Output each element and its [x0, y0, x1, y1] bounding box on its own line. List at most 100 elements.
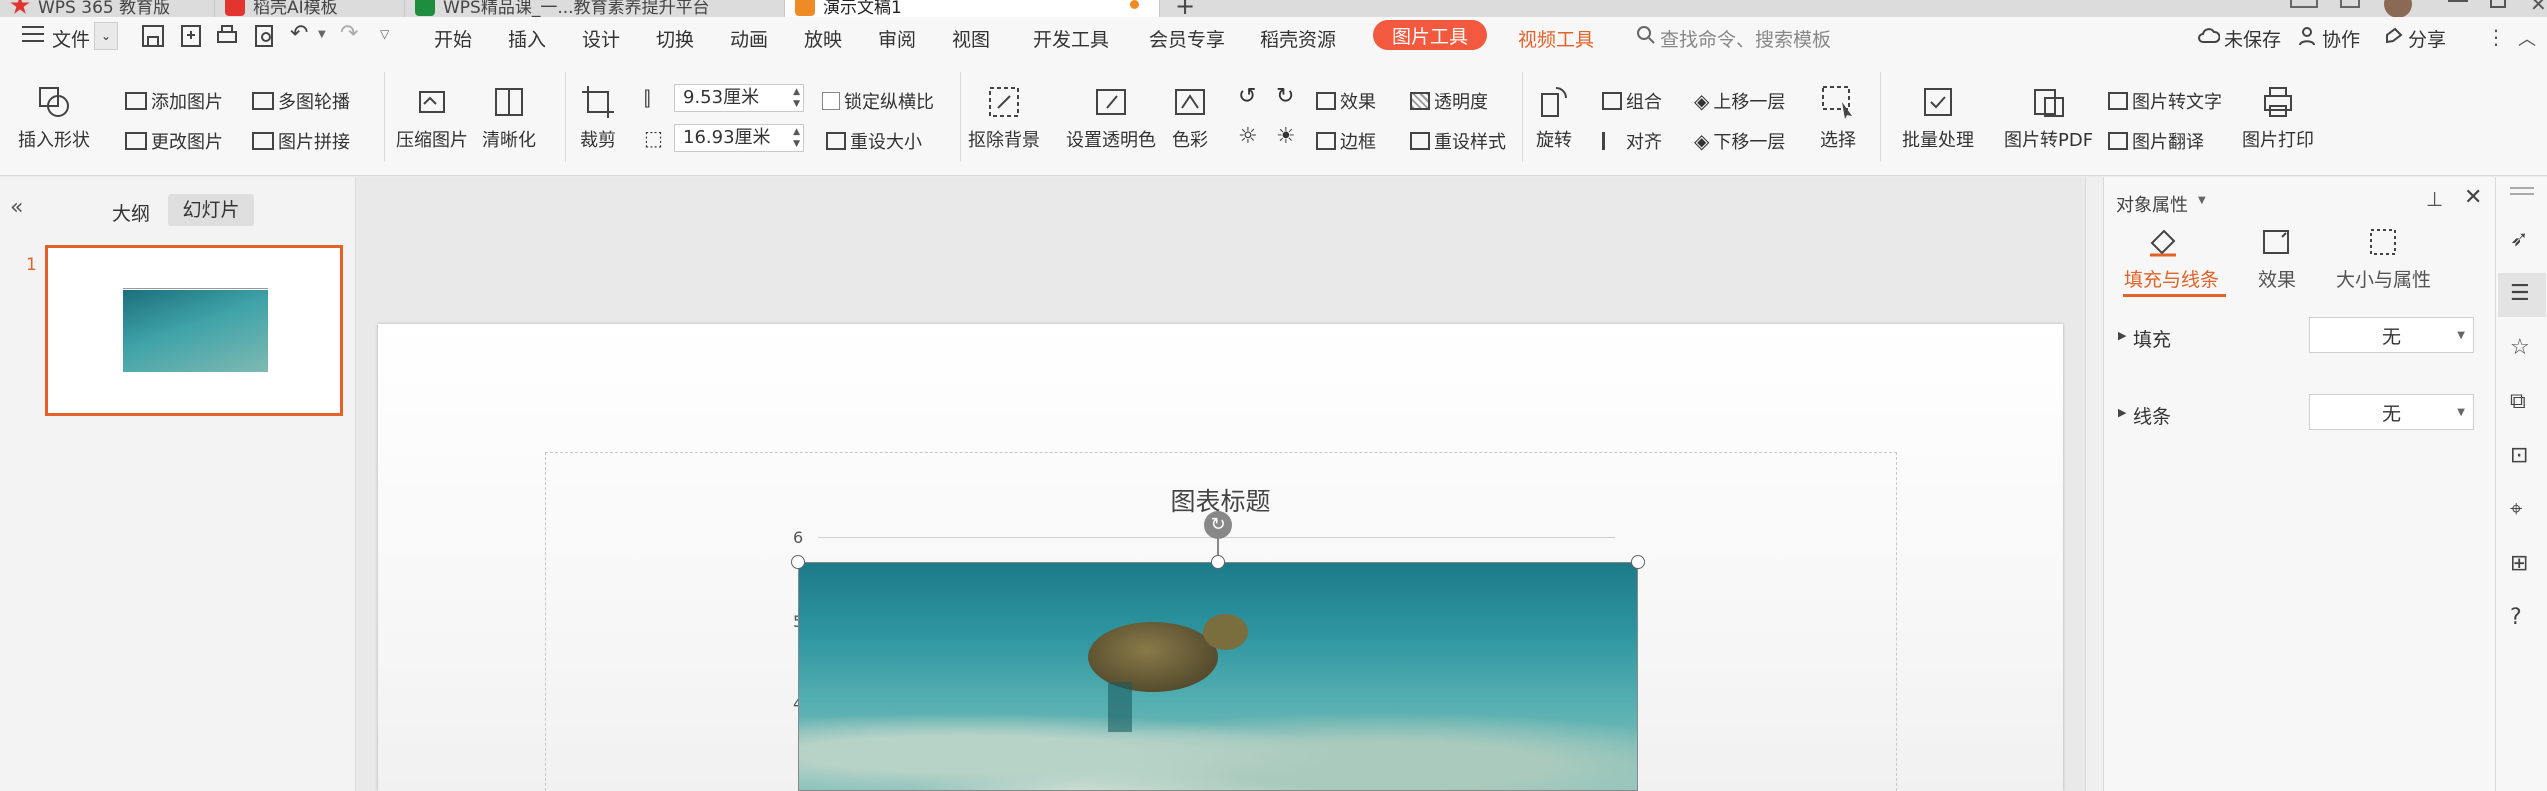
collapse-panel-icon[interactable]: « — [10, 195, 23, 220]
reset-style-button[interactable]: 重设样式 — [1410, 128, 1506, 154]
slide[interactable]: 图表标题 6 5 4 ↻ — [378, 324, 2063, 791]
picture-print-button[interactable]: 图片打印 — [2242, 84, 2314, 152]
book-icon[interactable]: ⊞ — [2510, 551, 2528, 576]
quick-access-dropdown-icon[interactable]: ▽ — [380, 27, 389, 41]
picture-translate-button[interactable]: 图片翻译 — [2108, 128, 2204, 154]
set-transparent-button[interactable]: 设置透明色 — [1066, 84, 1156, 152]
file-dropdown-chevron-icon[interactable]: ⌄ — [94, 22, 118, 50]
resize-handle-top-left[interactable] — [791, 555, 805, 569]
fill-dropdown[interactable]: 无 ▼ — [2309, 317, 2474, 353]
line-dropdown[interactable]: 无 ▼ — [2309, 394, 2474, 430]
grid-icon[interactable] — [2340, 0, 2360, 8]
more-options-icon[interactable]: ⋮ — [2486, 25, 2506, 49]
rocket-icon[interactable]: ➶ — [2510, 227, 2528, 252]
resize-handle-top-right[interactable] — [1631, 555, 1645, 569]
tab-video-tools[interactable]: 视频工具 — [1518, 25, 1594, 52]
menu-member[interactable]: 会员专享 — [1149, 25, 1225, 52]
panel-title[interactable]: 对象属性 — [2116, 191, 2188, 217]
line-label[interactable]: 线条 — [2133, 402, 2171, 429]
window-layout-icon[interactable] — [2290, 0, 2318, 8]
menu-view[interactable]: 视图 — [952, 25, 990, 52]
hamburger-icon[interactable] — [22, 26, 44, 42]
slide-thumbnail-1[interactable] — [45, 245, 343, 416]
maximize-icon[interactable] — [2490, 0, 2506, 8]
line-expand-icon[interactable]: ▶ — [2118, 406, 2126, 419]
help-icon[interactable]: ? — [2510, 605, 2522, 630]
command-search-input[interactable]: 查找命令、搜索模板 — [1660, 25, 1831, 52]
tab-size-and-property[interactable]: 大小与属性 — [2336, 265, 2431, 292]
undo-icon[interactable]: ↶ — [290, 21, 308, 46]
transparency-button[interactable]: 透明度 — [1410, 88, 1488, 114]
panel-title-dropdown-icon[interactable]: ▼ — [2198, 195, 2206, 206]
change-picture-button[interactable]: 更改图片 — [125, 128, 223, 154]
file-menu[interactable]: 文件 — [52, 25, 90, 52]
remove-background-button[interactable]: 抠除背景 — [968, 84, 1040, 152]
menu-transition[interactable]: 切换 — [656, 25, 694, 52]
close-panel-icon[interactable]: ✕ — [2464, 185, 2482, 210]
menu-slideshow[interactable]: 放映 — [804, 25, 842, 52]
undo-dropdown-icon[interactable]: ▼ — [318, 29, 326, 40]
sliders-icon[interactable]: ☰ — [2510, 281, 2530, 306]
tab-presentation1[interactable]: 演示文稿1 — [785, 0, 1160, 17]
width-input[interactable]: 16.93厘米 ▲ ▼ — [674, 124, 804, 152]
align-button[interactable]: 对齐 — [1602, 128, 1662, 154]
sharpen-button[interactable]: 清晰化 — [482, 84, 536, 152]
effect-button[interactable]: 效果 — [1316, 88, 1376, 114]
save-icon[interactable] — [140, 23, 166, 49]
insert-shape-button[interactable]: 插入形状 — [18, 84, 90, 152]
fill-label[interactable]: 填充 — [2133, 325, 2171, 352]
print-icon[interactable] — [214, 23, 240, 49]
menu-home[interactable]: 开始 — [434, 25, 472, 52]
location-icon[interactable]: ⌖ — [2510, 497, 2522, 522]
tab-wps-course[interactable]: WPS精品课_一...教育素养提升平台 — [405, 0, 785, 17]
menu-animation[interactable]: 动画 — [730, 25, 768, 52]
new-tab-button[interactable]: + — [1175, 0, 1195, 17]
fill-expand-icon[interactable]: ▶ — [2118, 329, 2126, 342]
minimize-icon[interactable] — [2448, 0, 2468, 2]
share-button[interactable]: 分享 — [2408, 25, 2446, 52]
user-avatar[interactable] — [2384, 0, 2412, 17]
tab-fill-and-line[interactable]: 填充与线条 — [2124, 265, 2219, 292]
panel-splitter[interactable] — [2086, 177, 2104, 791]
close-window-icon[interactable]: ✕ — [2530, 0, 2547, 16]
rotate-button[interactable]: 旋转 — [1536, 84, 1572, 152]
color-button[interactable]: 色彩 — [1172, 84, 1208, 152]
batch-process-button[interactable]: 批量处理 — [1902, 84, 1974, 152]
picture-to-text-button[interactable]: 图片转文字 — [2108, 88, 2222, 114]
menu-design[interactable]: 设计 — [582, 25, 620, 52]
crop-button[interactable]: 裁剪 — [580, 84, 616, 152]
rotate-left-icon[interactable]: ↺ — [1238, 84, 1256, 109]
unsaved-status[interactable]: 未保存 — [2224, 25, 2281, 52]
redo-icon[interactable]: ↷ — [340, 21, 358, 46]
width-spinner-icon[interactable]: ▲ ▼ — [793, 126, 800, 150]
rotation-handle-icon[interactable]: ↻ — [1204, 511, 1232, 539]
menu-insert[interactable]: 插入 — [508, 25, 546, 52]
pin-icon[interactable]: ⊥ — [2426, 187, 2443, 211]
print-preview-icon[interactable] — [252, 23, 278, 49]
outline-tab[interactable]: 大纲 — [112, 199, 150, 226]
select-button[interactable]: 选择 — [1820, 84, 1856, 152]
tab-wps365[interactable]: WPS 365 教育版 — [0, 0, 215, 17]
reset-size-button[interactable]: 重设大小 — [826, 128, 922, 154]
image-settings-icon[interactable]: ⊡ — [2510, 443, 2528, 468]
slides-tab[interactable]: 幻灯片 — [168, 194, 254, 226]
compress-picture-button[interactable]: 压缩图片 — [396, 84, 468, 152]
menu-developer[interactable]: 开发工具 — [1033, 25, 1109, 52]
menu-review[interactable]: 审阅 — [878, 25, 916, 52]
resize-handle-top[interactable] — [1211, 555, 1225, 569]
drag-handle-icon[interactable] — [2510, 187, 2534, 189]
multi-carousel-button[interactable]: 多图轮播 — [252, 88, 350, 114]
border-button[interactable]: 边框 — [1316, 128, 1376, 154]
export-pdf-icon[interactable] — [178, 23, 204, 49]
tab-picture-tools[interactable]: 图片工具 — [1373, 20, 1487, 50]
tab-daoke-ai[interactable]: 稻壳AI模板 — [215, 0, 405, 17]
picture-to-pdf-button[interactable]: 图片转PDF — [2004, 84, 2093, 152]
tab-effect[interactable]: 效果 — [2258, 265, 2296, 292]
picture-splice-button[interactable]: 图片拼接 — [252, 128, 350, 154]
collapse-ribbon-icon[interactable]: ︿ — [2518, 25, 2536, 51]
group-button[interactable]: 组合 — [1602, 88, 1662, 114]
rotate-right-icon[interactable]: ↻ — [1276, 84, 1294, 109]
collaborate-button[interactable]: 协作 — [2322, 25, 2360, 52]
lock-ratio-checkbox[interactable]: 锁定纵横比 — [822, 88, 934, 114]
star-magic-icon[interactable]: ☆ — [2510, 335, 2530, 360]
